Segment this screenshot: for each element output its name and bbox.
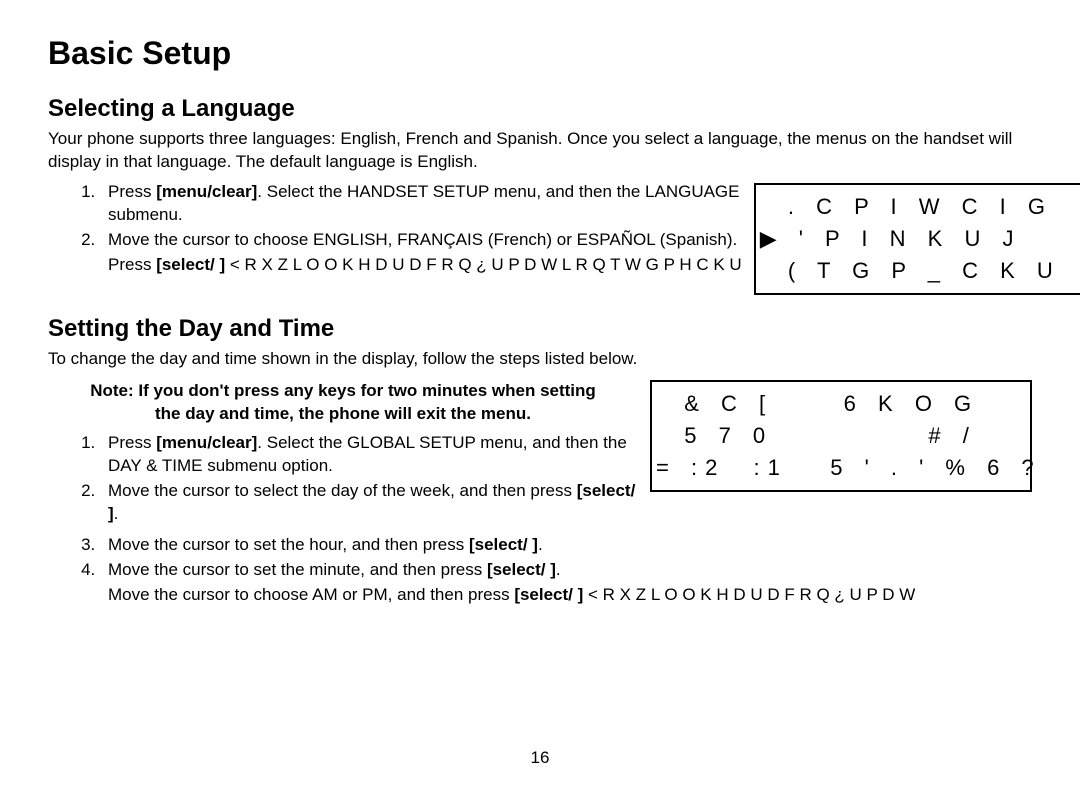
steps-day-time: Press [menu/clear]. Select the GLOBAL SE… <box>48 432 638 526</box>
step: Press [menu/clear]. Select the HANDSET S… <box>100 181 742 227</box>
step: Move the cursor to choose AM or PM, and … <box>100 584 1032 607</box>
step: Press [select/ ] < R X Z L O O K H D U D… <box>100 254 742 277</box>
note-day-time: Note: If you don't press any keys for tw… <box>88 380 598 426</box>
intro-selecting-language: Your phone supports three languages: Eng… <box>48 128 1032 174</box>
lcd-display-daytime: & C [ 6 K O G 5 7 0 # / = :2 :1 5 ' . ' … <box>650 380 1032 492</box>
heading-selecting-language: Selecting a Language <box>48 93 1032 125</box>
intro-day-time: To change the day and time shown in the … <box>48 348 1032 371</box>
step: Move the cursor to set the hour, and the… <box>100 534 1032 557</box>
steps-selecting-language: Press [menu/clear]. Select the HANDSET S… <box>48 181 742 277</box>
step: Move the cursor to set the minute, and t… <box>100 559 1032 582</box>
page-number: 16 <box>48 747 1032 770</box>
page-title: Basic Setup <box>48 32 1032 75</box>
step: Move the cursor to select the day of the… <box>100 480 638 526</box>
lcd-display-language: . C P I W C I G ▶ ' P I N K U J ( T G P … <box>754 183 1080 295</box>
step: Move the cursor to choose ENGLISH, FRANÇ… <box>100 229 742 252</box>
heading-day-time: Setting the Day and Time <box>48 313 1032 345</box>
steps-day-time-cont: Move the cursor to set the hour, and the… <box>48 534 1032 607</box>
step: Press [menu/clear]. Select the GLOBAL SE… <box>100 432 638 478</box>
